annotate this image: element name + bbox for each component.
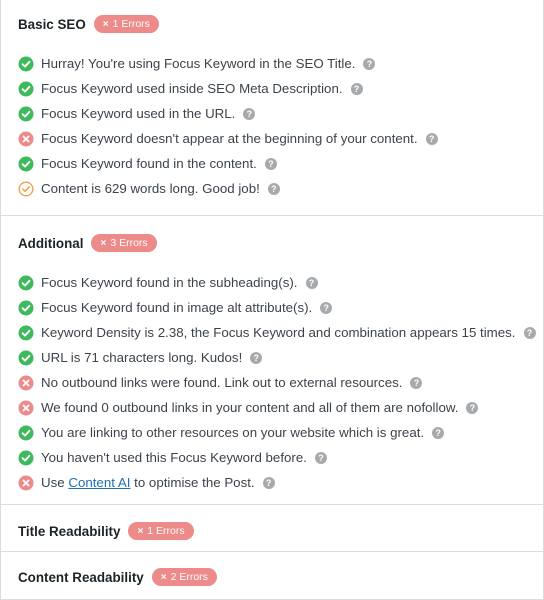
check-item: Content is 629 words long. Good job! ? — [18, 176, 543, 201]
question-circle-icon[interactable]: ? — [267, 182, 280, 195]
question-circle-icon[interactable]: ? — [250, 351, 263, 364]
check-text: Focus Keyword used in the URL. — [41, 106, 236, 121]
check-circle-outline-icon — [18, 181, 34, 197]
check-text-suffix: to optimise the Post. — [130, 475, 255, 490]
check-text: Focus Keyword found in image alt attribu… — [41, 300, 313, 315]
check-item: Focus Keyword found in the content. ? — [18, 151, 543, 176]
section-title: Title Readability — [18, 523, 121, 539]
check-text-prefix: Use — [41, 475, 69, 490]
check-item: Focus Keyword found in the subheading(s)… — [18, 270, 543, 295]
error-count: 3 Errors — [110, 237, 148, 249]
check-text: Hurray! You're using Focus Keyword in th… — [41, 56, 356, 71]
question-circle-icon[interactable]: ? — [243, 107, 256, 120]
section-title: Basic SEO — [18, 16, 86, 32]
check-text: We found 0 outbound links in your conten… — [41, 400, 459, 415]
close-icon: × — [160, 571, 167, 583]
section-title: Additional — [18, 235, 84, 251]
question-circle-icon[interactable]: ? — [314, 451, 327, 464]
check-circle-icon — [18, 425, 34, 441]
check-list-additional: Focus Keyword found in the subheading(s)… — [1, 270, 543, 495]
check-text: Focus Keyword found in the content. — [41, 156, 257, 171]
content-ai-link[interactable]: Content AI — [68, 475, 130, 490]
x-circle-icon — [18, 131, 34, 147]
error-badge: × 2 Errors — [151, 568, 217, 586]
check-item: Hurray! You're using Focus Keyword in th… — [18, 51, 543, 76]
close-icon: × — [137, 525, 144, 537]
x-circle-icon — [18, 375, 34, 391]
check-circle-icon — [18, 275, 34, 291]
check-text: Keyword Density is 2.38, the Focus Keywo… — [41, 325, 516, 340]
check-item: No outbound links were found. Link out t… — [18, 370, 543, 395]
x-circle-icon — [18, 475, 34, 491]
check-item: Focus Keyword doesn't appear at the begi… — [18, 126, 543, 151]
question-circle-icon[interactable]: ? — [432, 426, 445, 439]
check-text: Content is 629 words long. Good job! — [41, 181, 260, 196]
check-text: Focus Keyword found in the subheading(s)… — [41, 275, 298, 290]
question-circle-icon[interactable]: ? — [425, 132, 438, 145]
error-badge: × 1 Errors — [93, 15, 159, 33]
check-item: Keyword Density is 2.38, the Focus Keywo… — [18, 320, 543, 345]
check-text: Focus Keyword doesn't appear at the begi… — [41, 131, 418, 146]
error-count: 1 Errors — [147, 525, 185, 537]
check-circle-icon — [18, 56, 34, 72]
check-circle-icon — [18, 325, 34, 341]
section-header-title-readability[interactable]: Title Readability × 1 Errors — [1, 521, 543, 541]
check-item: We found 0 outbound links in your conten… — [18, 395, 543, 420]
section-header-content-readability[interactable]: Content Readability × 2 Errors — [1, 567, 543, 587]
check-text: No outbound links were found. Link out t… — [41, 375, 403, 390]
check-item: Focus Keyword used in the URL. ? — [18, 101, 543, 126]
check-item: URL is 71 characters long. Kudos! ? — [18, 345, 543, 370]
section-header-additional[interactable]: Additional × 3 Errors — [1, 233, 543, 253]
section-content-readability: Content Readability × 2 Errors — [1, 551, 543, 600]
error-badge: × 3 Errors — [91, 234, 157, 252]
check-text: You are linking to other resources on yo… — [41, 425, 425, 440]
check-item: Focus Keyword found in image alt attribu… — [18, 295, 543, 320]
close-icon: × — [102, 18, 109, 30]
question-circle-icon[interactable]: ? — [320, 301, 333, 314]
error-count: 2 Errors — [170, 571, 208, 583]
check-item: You haven't used this Focus Keyword befo… — [18, 445, 543, 470]
question-circle-icon[interactable]: ? — [262, 476, 275, 489]
section-title: Content Readability — [18, 569, 144, 585]
section-basic-seo: Basic SEO × 1 Errors Hurray! You're usin… — [1, 0, 543, 215]
seo-analysis-panel: Basic SEO × 1 Errors Hurray! You're usin… — [0, 0, 544, 600]
question-circle-icon[interactable]: ? — [350, 82, 363, 95]
check-text: Focus Keyword used inside SEO Meta Descr… — [41, 81, 343, 96]
check-item: Focus Keyword used inside SEO Meta Descr… — [18, 76, 543, 101]
check-circle-icon — [18, 156, 34, 172]
error-count: 1 Errors — [112, 18, 150, 30]
error-badge: × 1 Errors — [128, 522, 194, 540]
section-title-readability: Title Readability × 1 Errors — [1, 504, 543, 551]
question-circle-icon[interactable]: ? — [466, 401, 479, 414]
check-circle-icon — [18, 350, 34, 366]
check-circle-icon — [18, 300, 34, 316]
question-circle-icon[interactable]: ? — [363, 57, 376, 70]
question-circle-icon[interactable]: ? — [410, 376, 423, 389]
check-circle-icon — [18, 106, 34, 122]
question-circle-icon[interactable]: ? — [264, 157, 277, 170]
check-item: You are linking to other resources on yo… — [18, 420, 543, 445]
check-item: Use Content AI to optimise the Post. ? — [18, 470, 543, 495]
section-additional: Additional × 3 Errors Focus Keyword foun… — [1, 215, 543, 504]
close-icon: × — [100, 237, 107, 249]
check-circle-icon — [18, 81, 34, 97]
check-text: URL is 71 characters long. Kudos! — [41, 350, 243, 365]
section-header-basic-seo[interactable]: Basic SEO × 1 Errors — [1, 14, 543, 34]
question-circle-icon[interactable]: ? — [523, 326, 536, 339]
x-circle-icon — [18, 400, 34, 416]
check-list-basic: Hurray! You're using Focus Keyword in th… — [1, 51, 543, 201]
check-text: You haven't used this Focus Keyword befo… — [41, 450, 307, 465]
question-circle-icon[interactable]: ? — [305, 276, 318, 289]
check-circle-icon — [18, 450, 34, 466]
